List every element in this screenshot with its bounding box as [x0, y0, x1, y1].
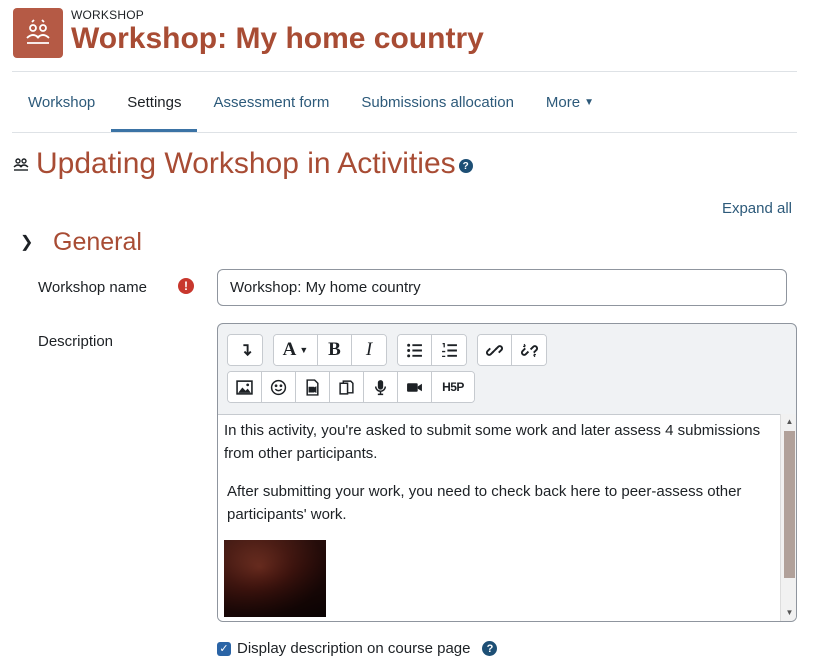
- editor-toolbar-row-2: H5P: [227, 371, 485, 403]
- more-toggle-icon[interactable]: [228, 335, 262, 365]
- scroll-thumb[interactable]: [784, 431, 795, 578]
- workshop-name-input[interactable]: [217, 269, 787, 306]
- tab-submissions-allocation-label: Submissions allocation: [361, 93, 514, 111]
- editor-content-area[interactable]: In this activity, you're asked to submit…: [218, 414, 780, 621]
- scroll-up-icon[interactable]: ▲: [781, 414, 796, 429]
- secondary-navigation: Workshop Settings Assessment form Submis…: [12, 73, 610, 132]
- h5p-icon[interactable]: H5P: [432, 372, 474, 402]
- ordered-list-icon[interactable]: [432, 335, 466, 365]
- media-icon[interactable]: [296, 372, 330, 402]
- editor-toolbar-row-1: A ▼ B I: [227, 334, 557, 366]
- bold-icon[interactable]: B: [318, 335, 352, 365]
- unlink-icon[interactable]: [512, 335, 546, 365]
- workshop-icon: [13, 8, 63, 58]
- nav-divider: [12, 132, 797, 133]
- tab-assessment-form-label: Assessment form: [213, 93, 330, 111]
- tab-more[interactable]: More ▼: [530, 73, 610, 131]
- display-description-label: Display description on course page: [237, 640, 471, 657]
- activity-title: Workshop: My home country: [71, 22, 484, 55]
- editor-scrollbar[interactable]: ▲ ▼: [780, 414, 796, 621]
- font-icon-label: A: [282, 339, 297, 360]
- record-video-icon[interactable]: [398, 372, 432, 402]
- manage-files-icon[interactable]: [330, 372, 364, 402]
- description-paragraph-1: In this activity, you're asked to submit…: [224, 422, 761, 462]
- display-description-row: ✓ Display description on course page ?: [217, 640, 498, 657]
- help-icon[interactable]: ?: [482, 641, 498, 656]
- tab-settings[interactable]: Settings: [111, 73, 198, 132]
- workshop-small-icon: [12, 155, 30, 173]
- tab-submissions-allocation[interactable]: Submissions allocation: [345, 73, 530, 131]
- workshop-name-label: Workshop name: [38, 279, 147, 296]
- tab-settings-label: Settings: [127, 93, 182, 111]
- tab-workshop[interactable]: Workshop: [12, 73, 111, 131]
- tab-assessment-form[interactable]: Assessment form: [197, 73, 345, 131]
- activity-type-label: WORKSHOP: [71, 8, 144, 22]
- chevron-down-icon: ▼: [584, 96, 595, 108]
- section-general-toggle[interactable]: ❯ General: [20, 228, 142, 257]
- tab-workshop-label: Workshop: [28, 93, 96, 111]
- caret-down-icon: ▼: [299, 345, 309, 355]
- required-icon: !: [178, 278, 194, 294]
- description-paragraph-2: After submitting your work, you need to …: [227, 483, 742, 523]
- font-icon[interactable]: A ▼: [274, 335, 318, 365]
- expand-all-link[interactable]: Expand all: [722, 200, 792, 217]
- record-audio-icon[interactable]: [364, 372, 398, 402]
- unordered-list-icon[interactable]: [398, 335, 432, 365]
- header-divider: [12, 71, 797, 72]
- page-title: Updating Workshop in Activities: [36, 147, 456, 180]
- scroll-down-icon[interactable]: ▼: [781, 605, 796, 620]
- help-icon[interactable]: ?: [458, 159, 473, 173]
- description-label: Description: [38, 333, 114, 350]
- description-editor: A ▼ B I H5P In this activity, you're ask…: [217, 323, 797, 622]
- section-title: General: [53, 228, 142, 256]
- italic-icon[interactable]: I: [352, 335, 386, 365]
- embedded-image: [224, 540, 326, 617]
- chevron-down-icon: ❯: [20, 233, 34, 251]
- emoji-icon[interactable]: [262, 372, 296, 402]
- link-icon[interactable]: [478, 335, 512, 365]
- image-icon[interactable]: [228, 372, 262, 402]
- display-description-checkbox[interactable]: ✓: [217, 641, 231, 656]
- tab-more-label: More: [545, 93, 581, 111]
- page-heading: Updating Workshop in Activities ?: [12, 147, 473, 181]
